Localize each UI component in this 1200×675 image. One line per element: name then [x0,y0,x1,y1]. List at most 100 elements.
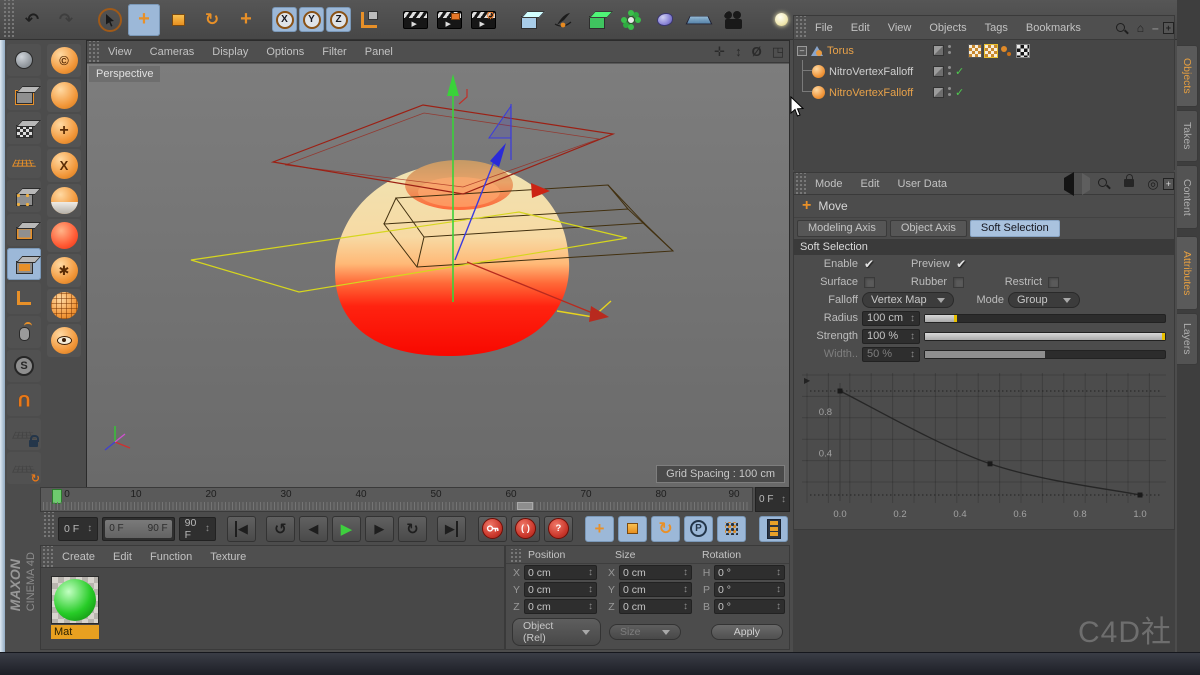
section-header[interactable]: Soft Selection [794,239,1174,255]
layer-square-icon[interactable] [933,87,944,98]
deformers-button[interactable] [649,4,681,36]
workplane-mode-button[interactable] [7,146,41,178]
visibility-dots-icon[interactable] [948,66,951,69]
previous-frame-button[interactable]: ◀ [299,516,328,542]
menu-edit[interactable]: Edit [842,22,879,34]
viewport-canvas[interactable]: Perspective Grid Spacing : 100 cm [87,63,789,487]
move-tool-button[interactable]: + [128,4,160,36]
point-selection-tag-icon[interactable] [1000,44,1014,58]
apply-button[interactable]: Apply [711,624,783,640]
radius-slider[interactable] [924,314,1166,323]
lock-icon[interactable] [1124,179,1134,187]
tab-modeling-axis[interactable]: Modeling Axis [797,220,887,237]
key-rotation-toggle[interactable]: ↻ [651,516,680,542]
nitro-falloff-button[interactable] [47,219,81,252]
target-icon[interactable]: ◎ [1143,176,1162,192]
menu-view[interactable]: View [879,22,921,34]
attr-grip[interactable] [794,173,806,194]
menu-function[interactable]: Function [141,551,201,563]
tab-attributes[interactable]: Attributes [1177,236,1198,310]
rubber-checkbox[interactable] [953,277,964,288]
tab-content[interactable]: Content [1177,165,1198,229]
menu-display[interactable]: Display [203,46,257,58]
menu-user-data[interactable]: User Data [889,178,957,190]
object-row-nitrovertexfalloff-1[interactable]: NitroVertexFalloff ✓ [794,61,1174,82]
menu-file[interactable]: File [806,22,842,34]
make-editable-button[interactable] [7,44,41,76]
preview-checkbox[interactable]: ✔ [956,257,966,271]
size-z-field[interactable]: 0 cm↕ [619,599,692,614]
goto-start-button[interactable]: ◀ [227,516,256,542]
nitro-globe-button[interactable] [47,289,81,322]
coords-mode-dropdown[interactable]: Object (Rel) [512,618,601,646]
key-scale-toggle[interactable] [618,516,647,542]
enabled-check-icon[interactable]: ✓ [955,86,964,99]
lock-workplane-button[interactable] [7,418,41,450]
snap-button[interactable]: S [7,350,41,382]
live-selection-button[interactable] [94,4,126,36]
render-picture-viewer-button[interactable] [433,4,465,36]
menu-mode[interactable]: Mode [806,178,852,190]
preview-range-slider[interactable]: 0 F90 F [102,517,174,541]
timeline-ruler[interactable]: 0 10 20 30 40 50 60 70 80 90 [40,487,753,512]
menu-options[interactable]: Options [257,46,313,58]
last-tool-button[interactable]: + [230,4,262,36]
key-parameter-toggle[interactable]: P [684,516,713,542]
generators-button[interactable] [581,4,613,36]
radius-field[interactable]: 100 cm↕ [862,311,920,326]
spinner-icon[interactable]: ↕ [205,523,210,534]
menu-cameras[interactable]: Cameras [141,46,204,58]
render-view-button[interactable] [399,4,431,36]
points-mode-button[interactable] [7,180,41,212]
size-x-field[interactable]: 0 cm↕ [619,565,692,580]
material-grip[interactable] [41,546,53,567]
menu-objects[interactable]: Objects [920,22,975,34]
goto-end-button[interactable]: ▶ [437,516,466,542]
viewport-solo-button[interactable] [7,316,41,348]
viewport-grip[interactable] [87,41,99,62]
mode-dropdown[interactable]: Group [1008,292,1080,308]
menu-tags[interactable]: Tags [976,22,1017,34]
pos-x-field[interactable]: 0 cm↕ [524,565,597,580]
history-back-icon[interactable] [1064,172,1074,196]
nitro-add-button[interactable]: + [47,114,81,147]
current-frame-field[interactable]: 0 F↕ [755,487,790,512]
object-row-nitrovertexfalloff-2[interactable]: NitroVertexFalloff ✓ [794,82,1174,103]
menu-texture[interactable]: Texture [201,551,255,563]
key-position-toggle[interactable]: + [585,516,614,542]
tab-layers[interactable]: Layers [1177,313,1198,365]
size-y-field[interactable]: 0 cm↕ [619,582,692,597]
strength-slider[interactable] [924,332,1166,341]
texture-mode-button[interactable] [7,112,41,144]
restrict-checkbox[interactable] [1048,277,1059,288]
record-keyframe-button[interactable] [478,516,507,542]
nitro-delete-button[interactable]: X [47,149,81,182]
viewport-zoom-icon[interactable]: ↕ [730,44,747,59]
rot-p-field[interactable]: 0 °↕ [714,582,785,597]
history-forward-icon[interactable] [1082,173,1090,195]
pos-y-field[interactable]: 0 cm↕ [524,582,597,597]
keyframe-selection-button[interactable]: ? [544,516,573,542]
object-row-torus[interactable]: – Torus [794,40,1174,61]
coordinate-system-button[interactable] [353,4,385,36]
ruler-scroll-handle[interactable] [517,502,533,510]
menu-create[interactable]: Create [53,551,104,563]
menu-bookmarks[interactable]: Bookmarks [1017,22,1090,34]
spinner-icon[interactable]: ↕ [910,331,915,342]
object-name[interactable]: NitroVertexFalloff [829,87,913,99]
spinner-icon[interactable]: ↕ [781,494,786,505]
menu-panel[interactable]: Panel [356,46,402,58]
coords-grip[interactable] [509,549,521,562]
menu-edit[interactable]: Edit [852,178,889,190]
visibility-dots-icon[interactable] [948,45,951,48]
menu-edit[interactable]: Edit [104,551,141,563]
om-grip[interactable] [794,16,806,39]
toolbar-grip[interactable] [2,0,14,39]
align-workplane-button[interactable]: ↻ [7,452,41,484]
search-icon[interactable] [1098,178,1107,187]
magnet-snap-button[interactable]: U [7,384,41,416]
scale-tool-button[interactable] [162,4,194,36]
viewport-pan-icon[interactable]: ✛ [709,44,730,60]
lock-y-axis-button[interactable]: Y [299,7,324,32]
nitro-burst-button[interactable]: ✱ [47,254,81,287]
